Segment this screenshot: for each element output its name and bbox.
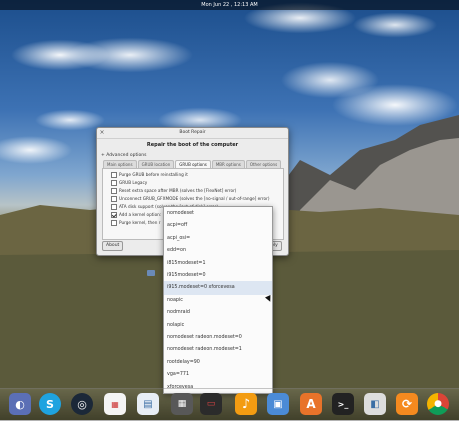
checkbox[interactable] [111, 172, 117, 178]
terminal-icon[interactable]: >_ [332, 393, 354, 415]
kernel-option-dropdown[interactable]: nomodeset acpi=off acpi_osi= edd=on i815… [163, 206, 273, 394]
checkbox[interactable] [111, 196, 117, 202]
checkbox[interactable] [111, 212, 117, 218]
update-icon[interactable]: ⟳ [396, 393, 418, 415]
option-purge-grub[interactable]: Purge GRUB before reinstalling it [111, 172, 188, 178]
photos-icon[interactable]: ▣ [267, 393, 289, 415]
terminal-monitor-icon[interactable]: ▭ [200, 393, 222, 415]
option-reset-extra-space[interactable]: Reset extra space after MBR (solves the … [111, 188, 236, 194]
checkbox[interactable] [111, 188, 117, 194]
skype-icon[interactable]: S [39, 393, 61, 415]
dock [0, 388, 459, 421]
option-purge-kernel[interactable]: Purge kernel, then r [111, 220, 160, 226]
about-button[interactable]: About [102, 241, 124, 251]
checkbox[interactable] [111, 220, 117, 226]
option-grub-legacy[interactable]: GRUB Legacy [111, 180, 147, 186]
option-add-kernel-option[interactable]: Add a kernel option: [111, 212, 161, 218]
music-icon[interactable]: ♪ [235, 393, 257, 415]
clock[interactable]: Mon Jun 22 , 12:13 AM [0, 0, 459, 10]
checkbox[interactable] [111, 204, 117, 210]
checkbox[interactable] [111, 180, 117, 186]
calculator-icon[interactable]: ▦ [171, 393, 193, 415]
page-title: Repair the boot of the computer [146, 142, 239, 148]
finder-icon[interactable]: ◐ [9, 393, 31, 415]
advanced-options-toggle[interactable]: + Advanced options [101, 153, 146, 158]
tab-bar: Main options GRUB location GRUB options … [103, 160, 282, 169]
steam-icon[interactable]: ◎ [71, 393, 93, 415]
window-title: Boot Repair [97, 128, 288, 139]
toggle-icon[interactable]: ◧ [364, 393, 386, 415]
calendar-icon[interactable]: ▦ [104, 393, 126, 415]
top-panel: Mon Jun 22 , 12:13 AM [0, 0, 459, 10]
chrome-icon[interactable]: ● [427, 393, 449, 415]
software-center-icon[interactable]: A [300, 393, 322, 415]
option-unconnect-gfxmode[interactable]: Unconnect GRUB_GFXMODE (solves the [no-s… [111, 196, 269, 202]
scroll-handle[interactable] [147, 270, 155, 276]
document-icon[interactable]: ▤ [137, 393, 159, 415]
